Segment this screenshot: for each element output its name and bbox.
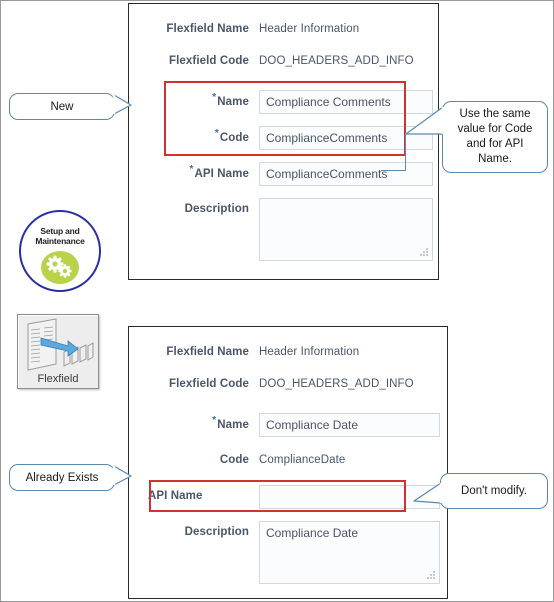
flexfield-art-icon — [27, 318, 94, 371]
required-asterisk-icon: * — [212, 92, 217, 103]
flexfield-panel-existing: Flexfield Name Header Information Flexfi… — [128, 326, 448, 599]
name-label: *Name — [212, 92, 249, 108]
setup-and-maintenance-label: Setup and Maintenance — [35, 226, 85, 246]
diagram-canvas: Flexfield Name Header Information Flexfi… — [0, 0, 554, 602]
row-code-top: *Code ComplianceComments — [148, 126, 433, 150]
description-textarea-value: Compliance Date — [266, 526, 359, 540]
row-description-bottom: Description Compliance Date — [148, 521, 440, 584]
flexfield-code-label: Flexfield Code — [169, 55, 249, 67]
row-api-name-top: *API Name ComplianceComments — [148, 162, 433, 186]
code-value: ComplianceDate — [259, 454, 346, 466]
resize-grip-icon[interactable] — [427, 571, 436, 580]
row-code-bottom: Code ComplianceDate — [148, 449, 345, 467]
callout-dont-modify-tail-icon — [413, 482, 443, 504]
row-flexfield-code-bottom: Flexfield Code DOO_HEADERS_ADD_INFO — [148, 373, 414, 391]
callout-use-same-value-tail-icon — [405, 106, 445, 135]
description-label: Description — [184, 526, 249, 538]
row-api-name-bottom: API Name — [148, 485, 440, 509]
flexfield-icon[interactable]: Flexfield — [17, 314, 99, 389]
row-name-bottom: *Name Compliance Date — [148, 413, 440, 437]
required-asterisk-icon: * — [189, 164, 194, 175]
code-label: *Code — [214, 128, 249, 144]
row-name-top: *Name Compliance Comments — [148, 90, 433, 114]
code-label: Code — [219, 454, 249, 466]
callout-new-tail-icon — [112, 94, 132, 115]
callout-dont-modify: Don't modify. — [440, 473, 548, 509]
required-asterisk-icon: * — [214, 128, 219, 139]
description-label: Description — [184, 203, 249, 215]
required-asterisk-icon: * — [212, 415, 217, 426]
flexfield-code-value: DOO_HEADERS_ADD_INFO — [259, 378, 414, 390]
name-label: *Name — [212, 415, 249, 431]
flexfield-name-value: Header Information — [259, 23, 360, 35]
flexfield-panel-new: Flexfield Name Header Information Flexfi… — [128, 3, 439, 280]
flexfield-name-value: Header Information — [259, 346, 360, 358]
setup-and-maintenance-icon[interactable]: Setup and Maintenance — [19, 210, 101, 292]
row-flexfield-name-bottom: Flexfield Name Header Information — [148, 341, 359, 359]
flexfield-code-value: DOO_HEADERS_ADD_INFO — [259, 55, 414, 67]
flexfield-code-label: Flexfield Code — [169, 378, 249, 390]
callout-use-same-value: Use the same value for Code and for API … — [442, 101, 548, 173]
flexfield-icon-label: Flexfield — [37, 373, 79, 385]
flexfield-name-label: Flexfield Name — [166, 23, 249, 35]
resize-grip-icon[interactable] — [420, 248, 429, 257]
description-textarea[interactable] — [259, 198, 433, 261]
callout-already-exists: Already Exists — [9, 464, 115, 491]
connector-use-same-value — [405, 133, 407, 171]
connector-use-same-value-arm — [381, 170, 406, 172]
description-textarea[interactable]: Compliance Date — [259, 521, 440, 584]
api-name-label: *API Name — [189, 164, 249, 180]
flexfield-name-label: Flexfield Name — [166, 346, 249, 358]
api-name-input[interactable]: ComplianceComments — [259, 162, 433, 186]
row-flexfield-name-top: Flexfield Name Header Information — [148, 18, 359, 36]
api-name-label: API Name — [148, 490, 203, 502]
row-description-top: Description — [148, 198, 433, 261]
name-input[interactable]: Compliance Date — [259, 413, 440, 437]
gears-icon — [46, 255, 72, 278]
callout-already-exists-tail-icon — [112, 465, 132, 486]
row-flexfield-code-top: Flexfield Code DOO_HEADERS_ADD_INFO — [148, 50, 414, 68]
callout-new: New — [9, 93, 115, 120]
